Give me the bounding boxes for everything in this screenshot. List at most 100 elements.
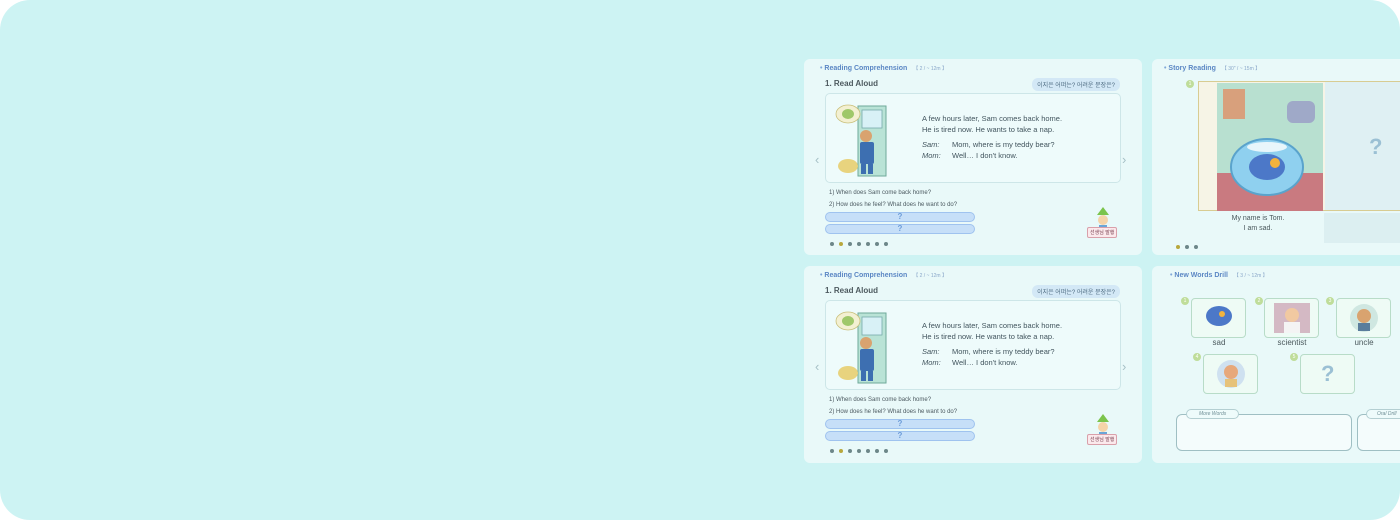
dialog-speaker: Sam: xyxy=(922,140,940,149)
page-dot[interactable] xyxy=(830,242,834,246)
card-header: • Story Reading 【 30" / ~ 15m 】 xyxy=(1164,65,1260,72)
page-dot[interactable] xyxy=(857,242,861,246)
card-meta: 【 3 / ~ 12m 】 xyxy=(1233,273,1268,279)
page-dot-active[interactable] xyxy=(839,242,843,246)
page-dot[interactable] xyxy=(848,449,852,453)
answer-field-2[interactable]: ? xyxy=(825,224,975,234)
card-title: New Words Drill xyxy=(1174,272,1228,279)
page-dot[interactable] xyxy=(866,449,870,453)
sam-door-illustration xyxy=(835,311,887,384)
section-title: 1. Read Aloud xyxy=(825,79,879,88)
card-title: Reading Comprehension xyxy=(824,65,908,72)
word-card-mystery[interactable]: ? xyxy=(1300,354,1355,394)
mystery-mark: ? xyxy=(1369,134,1383,159)
background-stage: • Reading Comprehension 【 2 / ~ 12m 】 1.… xyxy=(0,0,1400,520)
uncle-icon xyxy=(1350,304,1378,332)
card-meta: 【 2 / ~ 12m 】 xyxy=(913,66,947,72)
card-header: • Reading Comprehension 【 2 / ~ 12m 】 xyxy=(820,272,947,279)
page-dot[interactable] xyxy=(1194,245,1198,249)
card-meta: 【 2 / ~ 12m 】 xyxy=(913,273,947,279)
question-1: 1) When does Sam come back home? xyxy=(829,397,932,403)
passage-line: A few hours later, Sam comes back home. xyxy=(922,321,1063,330)
mystery-panel[interactable]: ? xyxy=(1325,82,1400,210)
story-reading-card: • Story Reading 【 30" / ~ 15m 】 1 ? My n… xyxy=(1152,59,1400,255)
scientist-icon xyxy=(1274,303,1310,333)
prev-arrow-icon[interactable]: ‹ xyxy=(815,152,819,167)
page-dot-active[interactable] xyxy=(839,449,843,453)
next-arrow-icon[interactable]: › xyxy=(1122,359,1126,374)
caption-side-panel xyxy=(1324,213,1400,243)
answer-field-1[interactable]: ? xyxy=(825,212,975,222)
page-number-badge: 1 xyxy=(1186,80,1194,88)
page-dot[interactable] xyxy=(884,449,888,453)
reading-passage-box: A few hours later, Sam comes back home. … xyxy=(825,300,1121,390)
story-caption: My name is Tom. I am sad. xyxy=(1198,214,1318,234)
dialog-speaker: Sam: xyxy=(922,347,940,356)
prev-arrow-icon[interactable]: ‹ xyxy=(815,359,819,374)
card-title: Reading Comprehension xyxy=(824,272,908,279)
dialog-speech: Mom, where is my teddy bear? xyxy=(952,140,1055,149)
page-dot-active[interactable] xyxy=(1176,245,1180,249)
page-dot[interactable] xyxy=(866,242,870,246)
word-label: uncle xyxy=(1354,338,1374,347)
mystery-mark: ? xyxy=(1321,361,1335,386)
oral-drill-box[interactable] xyxy=(1357,414,1400,451)
word-label: scientist xyxy=(1277,338,1307,347)
question-2: 2) How does he feel? What does he want t… xyxy=(829,202,958,208)
page-dot[interactable] xyxy=(830,449,834,453)
page-dot[interactable] xyxy=(875,242,879,246)
reading-card-bottom: • Reading Comprehension 【 2 / ~ 12m 】 1.… xyxy=(804,266,1142,463)
oral-drill-label: Oral Drill xyxy=(1366,409,1400,419)
passage-line: He is tired now. He wants to take a nap. xyxy=(922,125,1055,134)
reading-passage-box: A few hours later, Sam comes back home. … xyxy=(825,93,1121,183)
word-card-4[interactable] xyxy=(1203,354,1258,394)
fishbowl-illustration xyxy=(1217,83,1323,211)
page-dot[interactable] xyxy=(875,449,879,453)
dialog-speaker: Mom: xyxy=(922,358,941,367)
card-header: • New Words Drill 【 3 / ~ 12m 】 xyxy=(1170,272,1268,279)
dialog-speech: Well… I don't know. xyxy=(952,358,1018,367)
page-dot[interactable] xyxy=(848,242,852,246)
answer-field-2[interactable]: ? xyxy=(825,431,975,441)
word-number-badge: 5 xyxy=(1290,353,1298,361)
reading-card-top: • Reading Comprehension 【 2 / ~ 12m 】 1.… xyxy=(804,59,1142,255)
story-frame: ? xyxy=(1198,81,1400,211)
answer-field-1[interactable]: ? xyxy=(825,419,975,429)
sad-fish-icon xyxy=(1206,306,1232,326)
passage-line: A few hours later, Sam comes back home. xyxy=(922,114,1063,123)
page-dot[interactable] xyxy=(1185,245,1189,249)
section-title: 1. Read Aloud xyxy=(825,286,879,295)
new-words-drill-card: • New Words Drill 【 3 / ~ 12m 】 1 sad 2 … xyxy=(1152,266,1400,463)
passage-line: He is tired now. He wants to take a nap. xyxy=(922,332,1055,341)
page-dot[interactable] xyxy=(884,242,888,246)
word-number-badge: 2 xyxy=(1255,297,1263,305)
page-dot[interactable] xyxy=(857,449,861,453)
word-card-sad[interactable] xyxy=(1191,298,1246,338)
teacher-button[interactable]: 선생님 발행 xyxy=(1087,227,1118,238)
pagination-dots xyxy=(830,449,888,453)
dialog-speech: Mom, where is my teddy bear? xyxy=(952,347,1055,356)
teacher-button[interactable]: 선생님 발행 xyxy=(1087,434,1118,445)
card-header: • Reading Comprehension 【 2 / ~ 12m 】 xyxy=(820,65,947,72)
header-bullet-icon: • xyxy=(1164,65,1167,72)
word-number-badge: 4 xyxy=(1193,353,1201,361)
word-number-badge: 3 xyxy=(1326,297,1334,305)
card-title: Story Reading xyxy=(1168,65,1216,72)
child-portrait-icon xyxy=(1217,360,1245,388)
word-card-scientist[interactable] xyxy=(1264,298,1319,338)
pagination-dots xyxy=(1176,245,1198,249)
word-label: sad xyxy=(1212,338,1226,347)
vocab-question-pill[interactable]: 이지은 어떠는? 어려운 문장은? xyxy=(1032,78,1120,91)
header-bullet-icon: • xyxy=(1170,272,1173,279)
more-words-box[interactable] xyxy=(1176,414,1352,451)
question-2: 2) How does he feel? What does he want t… xyxy=(829,409,958,415)
vocab-question-pill[interactable]: 이지은 어떠는? 어려운 문장은? xyxy=(1032,285,1120,298)
header-bullet-icon: • xyxy=(820,272,823,279)
sam-door-illustration xyxy=(835,104,887,177)
dialog-speaker: Mom: xyxy=(922,151,941,160)
word-card-uncle[interactable] xyxy=(1336,298,1391,338)
question-1: 1) When does Sam come back home? xyxy=(829,190,932,196)
header-bullet-icon: • xyxy=(820,65,823,72)
more-words-label: More Words xyxy=(1186,409,1240,419)
next-arrow-icon[interactable]: › xyxy=(1122,152,1126,167)
